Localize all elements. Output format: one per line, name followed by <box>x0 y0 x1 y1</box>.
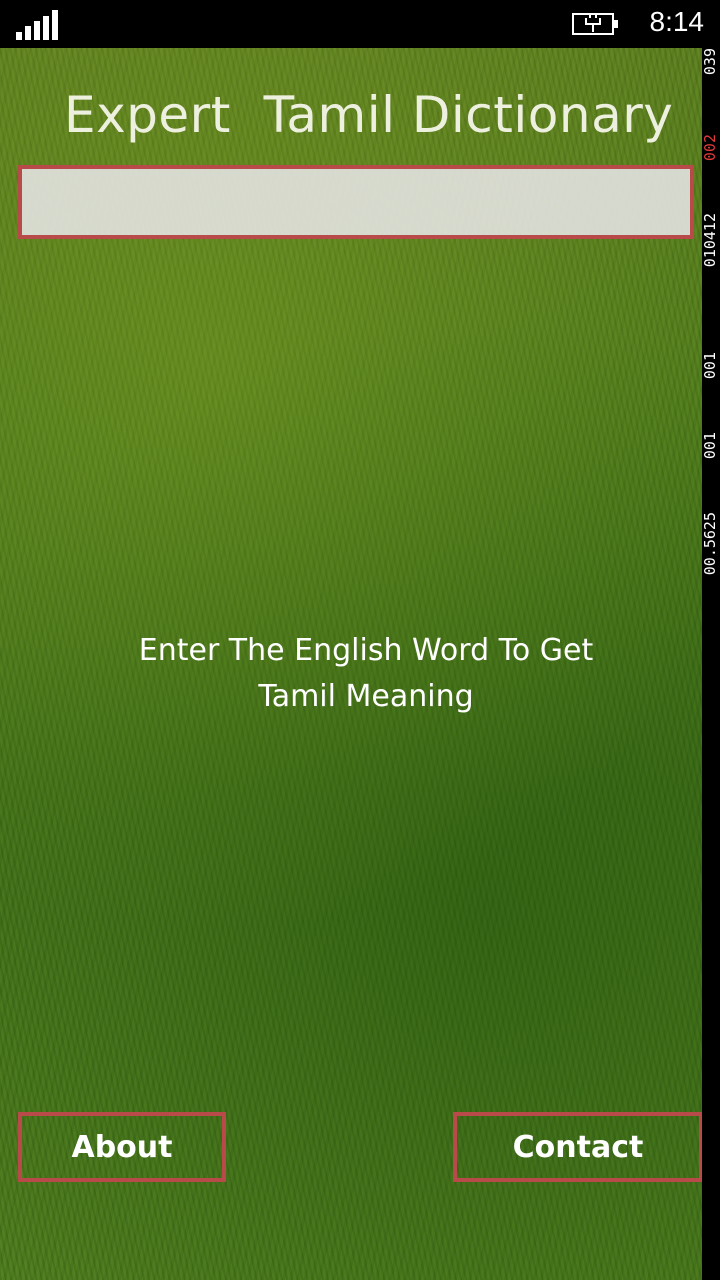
about-button[interactable]: About <box>18 1112 226 1182</box>
signal-strength-icon <box>16 10 60 40</box>
status-bar: 8:14 <box>0 0 720 48</box>
debug-counter-strip: 039 002 010412 001 001 00.5625 <box>702 48 720 1280</box>
contact-button[interactable]: Contact <box>453 1112 702 1182</box>
clock-time: 8:14 <box>649 6 705 37</box>
app-title: Expert Tamil Dictionary <box>64 86 674 144</box>
app-screen: Expert Tamil Dictionary Enter The Englis… <box>0 48 702 1280</box>
debug-counter: 002 <box>702 134 719 162</box>
battery-charging-icon <box>572 13 618 35</box>
debug-counter: 039 <box>702 48 719 76</box>
debug-counter: 00.5625 <box>702 512 719 576</box>
debug-counter: 010412 <box>702 213 719 268</box>
debug-counter: 001 <box>702 432 719 460</box>
search-input[interactable] <box>18 165 694 239</box>
instructions-text: Enter The English Word To Get Tamil Mean… <box>138 633 594 714</box>
debug-counter: 001 <box>702 352 719 380</box>
